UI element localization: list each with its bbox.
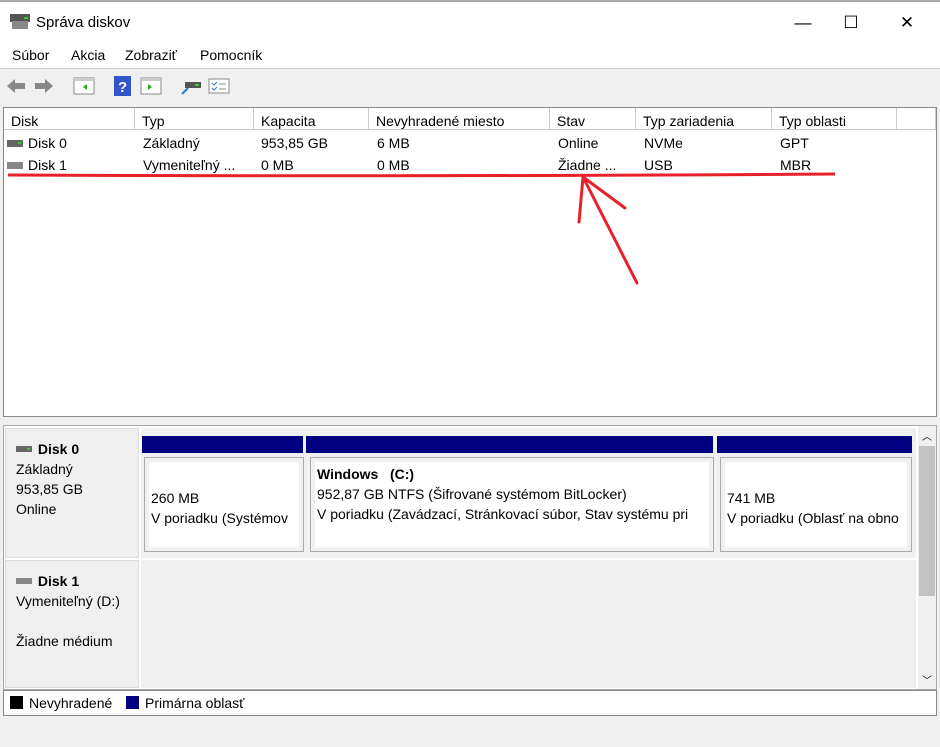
help-icon[interactable]: ?	[112, 76, 134, 96]
show-hide-console-tree-icon[interactable]	[73, 76, 95, 96]
table-row[interactable]: Disk 0 Základný 953,85 GB 6 MB Online NV…	[4, 135, 936, 155]
column-header-nevyhradene[interactable]: Nevyhradené miesto	[369, 108, 550, 130]
legend-swatch-primary	[126, 696, 139, 709]
column-header-kapacita[interactable]: Kapacita	[254, 108, 369, 130]
cell-typ: Základný	[143, 135, 200, 151]
disk1-empty-area	[141, 560, 916, 688]
legend-primary: Primárna oblasť	[145, 695, 245, 711]
cell-nevyhradene: 6 MB	[377, 135, 410, 151]
disk0-type: Základný	[16, 461, 73, 477]
cell-kapacita: 953,85 GB	[261, 135, 328, 151]
menu-akcia[interactable]: Akcia	[71, 47, 105, 63]
vertical-scrollbar[interactable]: ︿ ﹀	[918, 426, 936, 689]
cell-typ-oblasti: MBR	[780, 157, 812, 173]
cell-typ: Vymeniteľný ...	[143, 157, 236, 173]
show-hide-action-pane-icon[interactable]	[140, 76, 162, 96]
disk-icon	[7, 162, 23, 169]
menu-bar: Súbor Akcia Zobraziť Pomocník	[0, 42, 940, 69]
legend-swatch-unallocated	[10, 696, 23, 709]
partition-bar	[717, 436, 912, 453]
maximize-button[interactable]: ☐	[828, 6, 874, 40]
menu-zobrazit[interactable]: Zobraziť	[125, 47, 177, 63]
cell-disk: Disk 1	[28, 157, 67, 173]
column-header-empty	[897, 108, 936, 130]
connect-disk-icon[interactable]	[180, 76, 202, 96]
scrollbar-thumb[interactable]	[919, 446, 935, 596]
cell-nevyhradene: 0 MB	[377, 157, 410, 173]
close-button[interactable]: ✕	[884, 6, 930, 40]
disk-management-icon	[10, 14, 30, 29]
toolbar: ?	[0, 70, 940, 102]
table-row[interactable]: Disk 1 Vymeniteľný ... 0 MB 0 MB Žiadne …	[4, 157, 936, 177]
cell-stav: Online	[558, 135, 599, 151]
cell-kapacita: 0 MB	[261, 157, 294, 173]
title-bar: Správa diskov — ☐ ✕	[0, 0, 940, 42]
back-icon[interactable]	[5, 76, 27, 96]
cell-disk: Disk 0	[28, 135, 67, 151]
column-header-typ[interactable]: Typ	[135, 108, 254, 130]
svg-text:?: ?	[118, 79, 127, 96]
legend: Nevyhradené Primárna oblasť	[3, 690, 937, 716]
legend-unallocated: Nevyhradené	[29, 695, 113, 711]
menu-pomocnik[interactable]: Pomocník	[200, 47, 262, 63]
cell-typ-oblasti: GPT	[780, 135, 809, 151]
disk1-status: Žiadne médium	[16, 633, 113, 649]
forward-icon[interactable]	[33, 76, 55, 96]
partition-windows-c[interactable]: Windows (C:) 952,87 GB NTFS (Šifrované s…	[310, 457, 714, 552]
cell-typ-zariadenia: NVMe	[644, 135, 683, 151]
partition-recovery[interactable]: 741 MB V poriadku (Oblasť na obno	[720, 457, 912, 552]
column-header-stav[interactable]: Stav	[550, 108, 636, 130]
scroll-up-icon[interactable]: ︿	[922, 428, 932, 443]
partition-bar	[306, 436, 713, 453]
partition-bar	[142, 436, 303, 453]
column-header-disk[interactable]: Disk	[4, 108, 135, 130]
disk0-name: Disk 0	[16, 439, 138, 459]
disk0-size: 953,85 GB	[16, 481, 83, 497]
window-title: Správa diskov	[36, 14, 131, 31]
disk1-label[interactable]: Disk 1 Vymeniteľný (D:) Žiadne médium	[5, 560, 139, 688]
column-header-typ-oblasti[interactable]: Typ oblasti	[772, 108, 897, 130]
properties-icon[interactable]	[208, 76, 230, 96]
disk-list: Disk Typ Kapacita Nevyhradené miesto Sta…	[3, 107, 937, 417]
scroll-down-icon[interactable]: ﹀	[922, 672, 932, 687]
disk-icon	[16, 578, 32, 584]
disk0-status: Online	[16, 501, 57, 517]
partition-system[interactable]: 260 MB V poriadku (Systémov	[144, 457, 304, 552]
disk-graph-view: Disk 0 Základný 953,85 GB Online 260 MB …	[3, 425, 937, 690]
cell-typ-zariadenia: USB	[644, 157, 673, 173]
disk-icon	[7, 140, 23, 147]
disk-icon	[16, 446, 32, 452]
minimize-button[interactable]: —	[780, 6, 826, 40]
cell-stav: Žiadne ...	[558, 157, 617, 173]
disk1-type: Vymeniteľný (D:)	[16, 593, 120, 609]
column-header-typ-zariadenia[interactable]: Typ zariadenia	[636, 108, 772, 130]
menu-subor[interactable]: Súbor	[12, 47, 49, 63]
disk0-label[interactable]: Disk 0 Základný 953,85 GB Online	[5, 428, 139, 558]
